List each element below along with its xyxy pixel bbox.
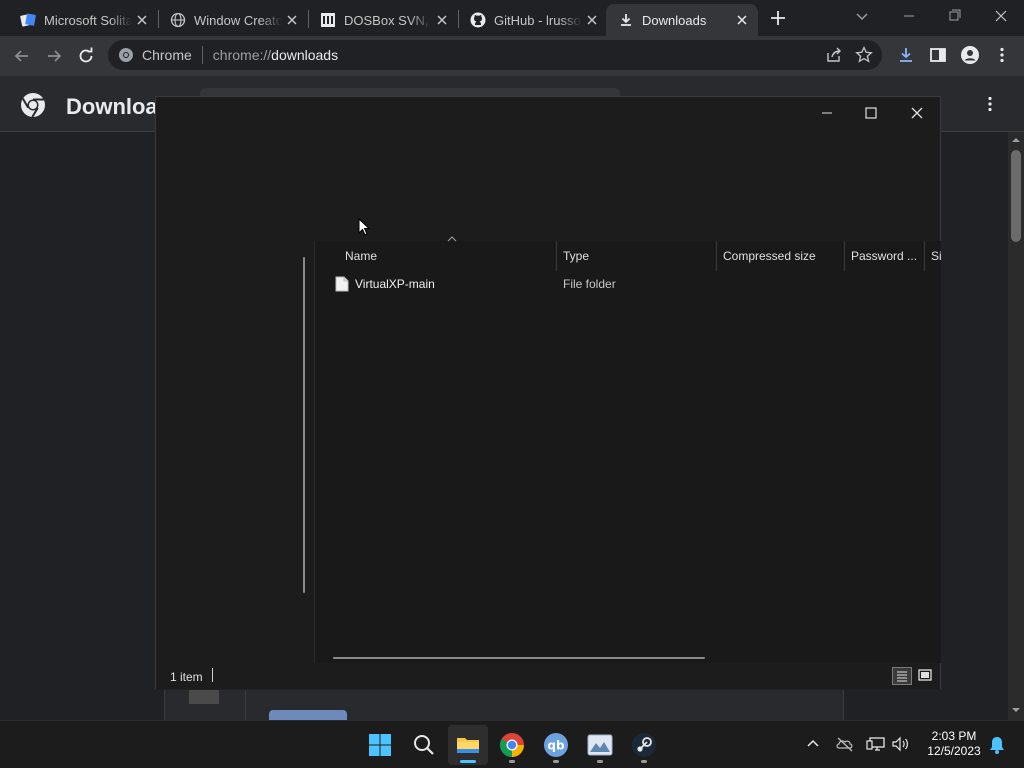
file-icon (335, 276, 349, 292)
photos-taskbar-icon[interactable] (580, 725, 620, 765)
nav-scrollbar[interactable] (303, 257, 305, 593)
minimize-icon[interactable] (898, 6, 920, 26)
volume-icon[interactable] (891, 735, 911, 753)
bank-icon (320, 12, 336, 28)
file-explorer-taskbar-icon[interactable] (448, 725, 488, 765)
search-icon[interactable] (404, 725, 444, 765)
close-tab-icon[interactable] (134, 12, 150, 28)
github-icon (470, 12, 486, 28)
downloads-toolbar-icon[interactable] (894, 43, 918, 67)
tab-title: Microsoft Solitaire (44, 12, 132, 28)
url-host: downloads (271, 47, 339, 63)
tab-solitaire[interactable]: Microsoft Solitaire (8, 4, 158, 36)
url-scheme: chrome:// (212, 47, 272, 63)
page-scrollbar[interactable] (1008, 132, 1024, 720)
details-view-icon[interactable] (892, 667, 912, 685)
status-bar: 1 item (156, 663, 940, 689)
tab-search-chevron-icon[interactable] (852, 6, 872, 26)
svg-text:qb: qb (547, 739, 565, 753)
file-thumbnail-icon (189, 690, 219, 704)
clock-time: 2:03 PM (931, 729, 977, 743)
reload-icon[interactable] (74, 44, 98, 68)
browser-toolbar: Chrome chrome://downloads (0, 36, 1024, 76)
tab-title: DOSBox SVN, CVS (344, 12, 432, 28)
restore-icon[interactable] (944, 6, 966, 26)
new-tab-icon[interactable] (766, 6, 790, 30)
steam-taskbar-icon[interactable] (624, 725, 664, 765)
chrome-logo-icon (20, 92, 46, 118)
close-tab-icon[interactable] (434, 12, 450, 28)
tab-title: GitHub - lrusso (494, 12, 581, 28)
tab-title: Downloads (642, 12, 707, 28)
tab-downloads[interactable]: Downloads (606, 4, 758, 36)
tab-window-creator[interactable]: Window Creator (158, 4, 308, 36)
chrome-taskbar-icon[interactable] (492, 725, 532, 765)
solitaire-icon (20, 12, 36, 28)
file-name: VirtualXP-main (355, 277, 435, 291)
file-list-pane: Name Type Compressed size Password ... S… (314, 236, 942, 663)
share-icon[interactable] (824, 45, 844, 65)
download-icon (618, 12, 634, 28)
file-row[interactable]: VirtualXP-main File folder (331, 273, 931, 295)
chrome-chip-icon (118, 47, 134, 63)
scroll-thumb[interactable] (1011, 150, 1021, 242)
scroll-down-arrow-icon[interactable] (1012, 706, 1020, 714)
horizontal-scrollbar[interactable] (333, 657, 705, 659)
globe-icon (170, 12, 186, 28)
show-hidden-icons-chevron-icon[interactable] (804, 735, 822, 753)
back-icon[interactable] (10, 44, 34, 68)
close-tab-icon[interactable] (284, 12, 300, 28)
omnibox[interactable]: Chrome chrome://downloads (108, 40, 882, 70)
file-type: File folder (563, 277, 616, 291)
taskbar: qb 2:03 PM 12/5/2023 (0, 720, 1024, 768)
page-menu-icon[interactable] (980, 94, 1000, 114)
navigation-pane[interactable] (156, 241, 314, 663)
show-in-folder-button[interactable] (269, 710, 347, 720)
bookmark-star-icon[interactable] (854, 45, 874, 65)
tab-dosbox[interactable]: DOSBox SVN, CVS (308, 4, 458, 36)
explorer-close-icon[interactable] (906, 103, 928, 123)
explorer-maximize-icon[interactable] (860, 103, 882, 123)
tab-strip: Microsoft Solitaire Window Creator DOSBo… (0, 0, 1024, 36)
forward-icon[interactable] (42, 44, 66, 68)
close-tab-icon[interactable] (584, 12, 600, 28)
column-header-name[interactable]: Name (339, 241, 557, 271)
profile-avatar-icon[interactable] (958, 43, 982, 67)
file-explorer-window: Name Type Compressed size Password ... S… (155, 96, 942, 689)
close-window-icon[interactable] (990, 6, 1012, 26)
omnibox-chip-label: Chrome (142, 47, 192, 63)
column-header-password[interactable]: Password ... (845, 241, 925, 271)
scroll-up-arrow-icon[interactable] (1012, 136, 1020, 144)
search-downloads-field[interactable] (200, 88, 620, 96)
clock-date: 12/5/2023 (927, 744, 981, 758)
tab-title: Window Creator (194, 12, 282, 28)
column-header-size[interactable]: Size (925, 241, 942, 271)
chrome-menu-icon[interactable] (990, 43, 1014, 67)
system-clock[interactable]: 2:03 PM 12/5/2023 (924, 729, 984, 759)
column-header-type[interactable]: Type (557, 241, 717, 271)
network-icon[interactable] (866, 735, 886, 753)
close-tab-icon[interactable] (734, 12, 750, 28)
qbittorrent-taskbar-icon[interactable]: qb (536, 725, 576, 765)
large-icons-view-icon[interactable] (915, 667, 935, 685)
onedrive-offline-icon[interactable] (835, 735, 855, 753)
download-card (164, 690, 844, 720)
explorer-minimize-icon[interactable] (816, 103, 838, 123)
start-button[interactable] (360, 725, 400, 765)
column-header-compressed-size[interactable]: Compressed size (717, 241, 845, 271)
side-panel-icon[interactable] (926, 43, 950, 67)
notification-bell-icon[interactable] (988, 735, 1006, 755)
item-count: 1 item (170, 670, 203, 684)
mouse-cursor-icon (358, 218, 370, 236)
tab-github[interactable]: GitHub - lrusso (458, 4, 608, 36)
